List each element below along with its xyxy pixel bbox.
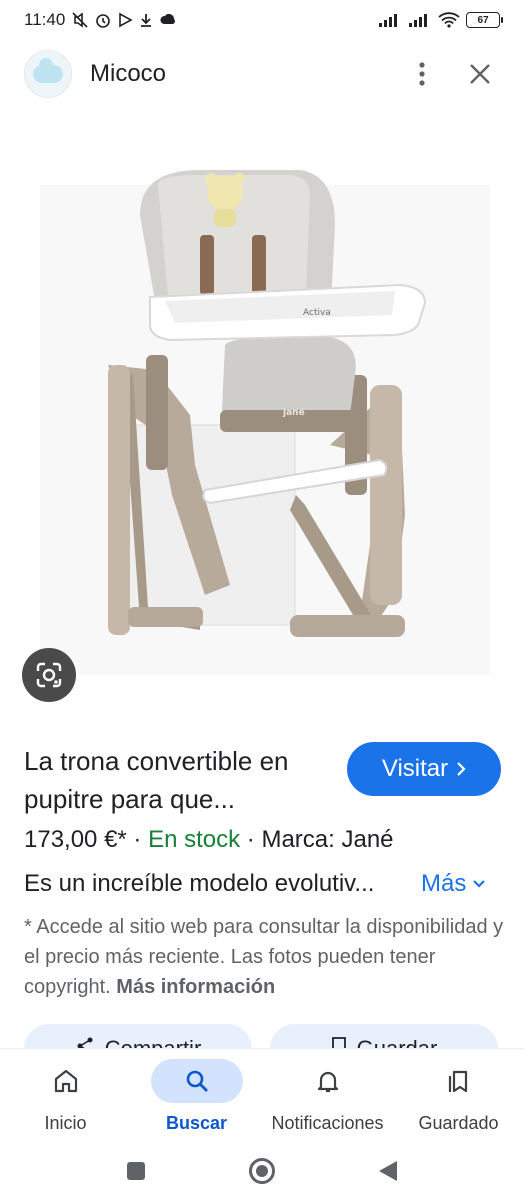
price: 173,00 €* [24, 826, 127, 853]
site-name: Micoco [90, 60, 167, 87]
system-navigation [0, 1142, 524, 1200]
nav-home[interactable]: Inicio [0, 1049, 131, 1142]
lens-icon [36, 662, 62, 688]
high-chair-image: Activa jané [40, 170, 490, 675]
nav-saved-label: Guardado [418, 1113, 499, 1133]
nav-notifications[interactable]: Notificaciones [262, 1049, 393, 1142]
stock-status: En stock [148, 826, 241, 853]
wifi-icon [438, 12, 460, 28]
battery-icon: 67 [466, 12, 503, 28]
notification-icons [71, 11, 177, 29]
close-button[interactable] [460, 54, 500, 94]
result-header: Micoco [0, 44, 524, 104]
status-time: 11:40 [24, 10, 66, 29]
seat-brand-label: jané [282, 407, 305, 418]
product-image[interactable]: Activa jané [0, 115, 524, 715]
product-title[interactable]: La trona convertible en pupitre para que… [24, 742, 324, 818]
more-label: Más [421, 870, 467, 897]
signal-icon-2 [409, 14, 427, 27]
google-lens-button[interactable] [22, 648, 76, 702]
nav-search-label: Buscar [165, 1113, 228, 1133]
chevron-right-icon [457, 762, 466, 776]
site-logo[interactable] [24, 50, 72, 98]
tray-brand-label: Activa [303, 308, 331, 318]
search-icon [186, 1070, 208, 1092]
separator: · [240, 826, 262, 853]
nav-home-label: Inicio [44, 1113, 87, 1133]
more-vert-icon [419, 62, 425, 86]
status-bar: 11:40 67 [0, 0, 524, 40]
bottom-navigation: Inicio Buscar Notificaciones Guardado [0, 1048, 524, 1142]
separator: · [126, 826, 149, 853]
product-description: Es un increíble modelo evolutiv... [24, 870, 375, 897]
square-icon [127, 1162, 145, 1180]
bell-icon [317, 1071, 338, 1093]
nav-saved[interactable]: Guardado [393, 1049, 524, 1142]
more-button[interactable]: Más [421, 870, 486, 898]
more-options-button[interactable] [402, 54, 442, 94]
back-triangle-icon [379, 1161, 397, 1181]
play-store-icon [119, 12, 133, 28]
visit-label: Visitar [381, 755, 449, 782]
nav-notifications-label: Notificaciones [271, 1113, 384, 1133]
home-system-button[interactable] [247, 1156, 277, 1186]
recents-button[interactable] [121, 1156, 151, 1186]
alarm-icon [96, 14, 111, 28]
more-info-link[interactable]: Más información [116, 976, 275, 998]
visit-button[interactable]: Visitar [347, 742, 501, 796]
mute-icon [72, 12, 88, 28]
home-icon [54, 1069, 77, 1093]
brand: Marca: Jané [261, 826, 394, 853]
disclaimer: * Accede al sitio web para consultar la … [24, 912, 504, 1002]
chevron-down-icon [473, 880, 486, 888]
nav-search[interactable]: Buscar [131, 1049, 262, 1142]
signal-icon [379, 14, 397, 27]
weather-icon [160, 14, 176, 24]
circle-home-icon [249, 1158, 275, 1184]
close-icon [470, 64, 490, 84]
bookmarks-icon [448, 1070, 467, 1093]
download-icon [141, 14, 152, 27]
back-button[interactable] [373, 1156, 403, 1186]
price-line: 173,00 €* · En stock · Marca: Jané [24, 826, 394, 854]
